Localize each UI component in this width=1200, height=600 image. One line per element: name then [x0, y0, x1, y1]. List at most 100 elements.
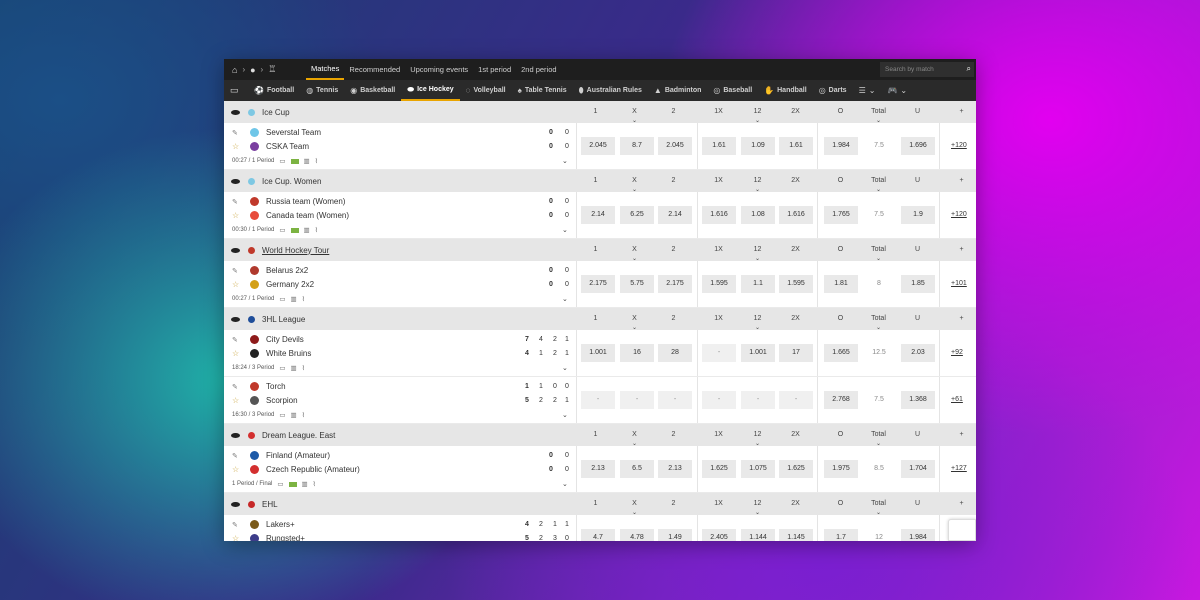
team-name[interactable]: Russia team (Women): [266, 197, 345, 206]
odds-button[interactable]: 1.85: [901, 275, 935, 293]
odds-button[interactable]: 2.768: [824, 391, 858, 409]
team-name[interactable]: City Devils: [266, 335, 304, 344]
star-icon[interactable]: ☆: [232, 280, 250, 289]
stats-icon[interactable]: ▥: [291, 364, 297, 372]
chevron-down-icon[interactable]: ⌄: [562, 411, 568, 419]
team-name[interactable]: Germany 2x2: [266, 280, 314, 289]
odds-button[interactable]: 1.616: [779, 206, 813, 224]
tv-icon[interactable]: ▭: [279, 226, 285, 234]
odds-button[interactable]: 17: [779, 344, 813, 362]
match-row[interactable]: ✎ Russia team (Women) 0 0 ☆ Canada team (Wome…: [224, 192, 976, 239]
chart-icon[interactable]: ⌇: [315, 226, 318, 234]
odds-button[interactable]: 8.7: [620, 137, 654, 155]
more-markets-link[interactable]: +61: [951, 391, 963, 409]
field-icon[interactable]: [290, 227, 299, 233]
odds-button[interactable]: 2.14: [581, 206, 615, 224]
esports-menu[interactable]: 🎮 ⌄: [881, 80, 913, 101]
odds-button[interactable]: 1.595: [779, 275, 813, 293]
tv-icon[interactable]: ▭: [277, 480, 283, 488]
odds-button[interactable]: 2.405: [702, 529, 736, 541]
team-name[interactable]: Rungsted+: [266, 534, 305, 541]
search-input[interactable]: Search by match ⌕: [880, 62, 974, 77]
pin-icon[interactable]: ✎: [232, 267, 250, 275]
odds-button[interactable]: 1.61: [779, 137, 813, 155]
odds-button[interactable]: 1.7: [824, 529, 858, 541]
odds-button[interactable]: 1.61: [702, 137, 736, 155]
league-name[interactable]: World Hockey Tour: [262, 246, 329, 255]
tab-recommended[interactable]: Recommended: [344, 59, 405, 80]
match-row[interactable]: ✎ Torch 1 1 0 0 ☆ Scorpion 5 2 2 1 16:30 / 3 Period ▭…: [224, 377, 976, 424]
odds-button[interactable]: 1.984: [901, 529, 935, 541]
match-row[interactable]: ✎ Finland (Amateur) 0 0 ☆ Czech Republic (Ama…: [224, 446, 976, 493]
star-icon[interactable]: ☆: [232, 534, 250, 541]
more-markets-link[interactable]: +101: [951, 275, 967, 293]
stats-icon[interactable]: ▥: [291, 411, 297, 419]
odds-button[interactable]: 4.7: [581, 529, 615, 541]
odds-button[interactable]: 2.13: [581, 460, 615, 478]
more-markets-link[interactable]: +120: [951, 137, 967, 155]
sport-tab-darts[interactable]: ◎ Darts: [813, 80, 853, 101]
recaptcha-badge[interactable]: [948, 519, 976, 541]
chevron-down-icon[interactable]: ⌄: [562, 364, 568, 372]
tv-icon[interactable]: ▭: [279, 364, 285, 372]
star-icon[interactable]: ☆: [232, 211, 250, 220]
team-name[interactable]: Torch: [266, 382, 286, 391]
odds-button[interactable]: 1.001: [741, 344, 775, 362]
pin-icon[interactable]: ✎: [232, 452, 250, 460]
tv-icon[interactable]: ▭: [279, 295, 285, 303]
odds-button[interactable]: 4.78: [620, 529, 654, 541]
match-row[interactable]: ✎Lakers+4211☆Rungsted+5230▭▥⌇⌄4.74.781.4…: [224, 515, 976, 541]
tv-icon[interactable]: ▭: [279, 411, 285, 419]
odds-button[interactable]: 6.25: [620, 206, 654, 224]
sport-tab-basketball[interactable]: ◉ Basketball: [344, 80, 401, 101]
sport-tab-baseball[interactable]: ◎ Baseball: [707, 80, 758, 101]
odds-button[interactable]: 1.704: [901, 460, 935, 478]
more-sports-menu[interactable]: ☰ ⌄: [853, 80, 882, 101]
odds-button[interactable]: 1.144: [741, 529, 775, 541]
tab-matches[interactable]: Matches: [306, 59, 345, 80]
odds-button[interactable]: 2.175: [581, 275, 615, 293]
odds-button[interactable]: 1.49: [658, 529, 692, 541]
odds-button[interactable]: 2.14: [658, 206, 692, 224]
chart-icon[interactable]: ⌇: [302, 364, 305, 372]
trophy-icon[interactable]: ♖: [268, 64, 276, 75]
stats-icon[interactable]: ▥: [304, 226, 310, 234]
odds-button[interactable]: -: [581, 391, 615, 409]
odds-button[interactable]: 6.5: [620, 460, 654, 478]
odds-button[interactable]: 1.975: [824, 460, 858, 478]
chevron-down-icon[interactable]: ⌄: [562, 480, 568, 488]
odds-button[interactable]: 1.368: [901, 391, 935, 409]
more-markets-link[interactable]: +92: [951, 344, 963, 362]
odds-button[interactable]: -: [779, 391, 813, 409]
odds-button[interactable]: 2.175: [658, 275, 692, 293]
chart-icon[interactable]: ⌇: [315, 157, 318, 165]
odds-button[interactable]: 1.625: [702, 460, 736, 478]
home-icon[interactable]: ⌂: [232, 65, 237, 75]
team-name[interactable]: Lakers+: [266, 520, 295, 529]
odds-button[interactable]: -: [658, 391, 692, 409]
field-icon[interactable]: [288, 481, 297, 487]
pin-icon[interactable]: ✎: [232, 129, 250, 137]
tab-upcoming-events[interactable]: Upcoming events: [405, 59, 473, 80]
odds-button[interactable]: 2.13: [658, 460, 692, 478]
field-icon[interactable]: [290, 158, 299, 164]
match-row[interactable]: ✎ Belarus 2x2 0 0 ☆ Germany 2x2 0 0 00:27 / 1 Pe…: [224, 261, 976, 308]
odds-button[interactable]: 28: [658, 344, 692, 362]
chevron-down-icon[interactable]: ⌄: [562, 226, 568, 234]
odds-button[interactable]: -: [702, 391, 736, 409]
more-markets-link[interactable]: +120: [951, 206, 967, 224]
search-icon[interactable]: ⌕: [967, 64, 971, 74]
sport-tab-badminton[interactable]: ▲ Badminton: [648, 80, 707, 101]
odds-button[interactable]: 1.08: [741, 206, 775, 224]
odds-button[interactable]: 1.595: [702, 275, 736, 293]
stats-icon[interactable]: ▥: [304, 157, 310, 165]
odds-button[interactable]: 1.145: [779, 529, 813, 541]
odds-button[interactable]: 1.625: [779, 460, 813, 478]
tab-2nd-period[interactable]: 2nd period: [516, 59, 561, 80]
odds-button[interactable]: 1.696: [901, 137, 935, 155]
tab-1st-period[interactable]: 1st period: [473, 59, 516, 80]
odds-button[interactable]: 5.75: [620, 275, 654, 293]
match-row[interactable]: ✎ City Devils 7 4 2 1 ☆ White Bruins 4 1 2 1 18:24 /…: [224, 330, 976, 377]
puck-icon[interactable]: ●: [250, 65, 255, 75]
odds-button[interactable]: 1.001: [581, 344, 615, 362]
